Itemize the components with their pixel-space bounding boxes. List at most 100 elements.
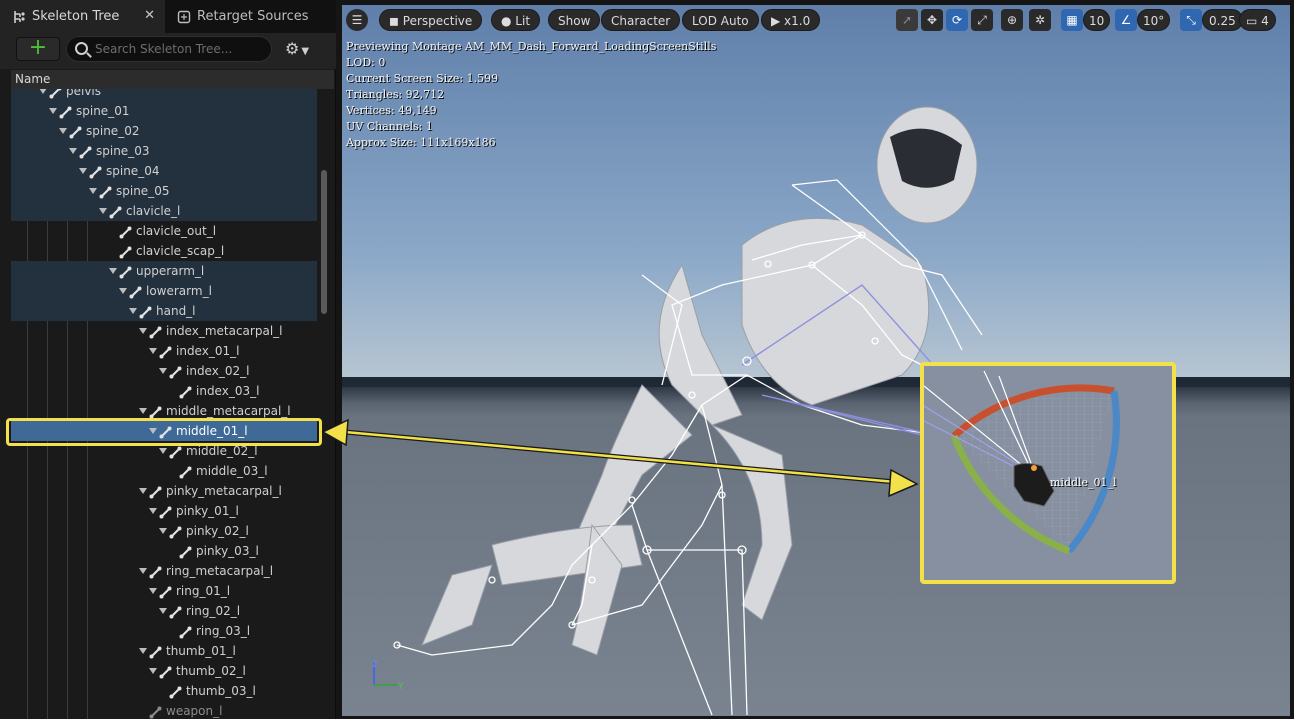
scale-snap-value[interactable]: 0.25 bbox=[1202, 9, 1243, 31]
expand-arrow-icon[interactable] bbox=[159, 368, 167, 374]
tree-row[interactable]: ring_metacarpal_l bbox=[11, 561, 317, 581]
camera-speed-button[interactable]: ▭ 4 bbox=[1239, 9, 1276, 31]
tree-row[interactable]: clavicle_scap_l bbox=[11, 241, 317, 261]
bone-icon bbox=[159, 665, 172, 679]
expand-arrow-icon[interactable] bbox=[119, 288, 127, 294]
bone-name-label: middle_01_l bbox=[1050, 476, 1117, 489]
tree-row[interactable]: middle_03_l bbox=[11, 461, 317, 481]
expand-arrow-icon[interactable] bbox=[69, 148, 77, 154]
expand-arrow-icon[interactable] bbox=[39, 89, 47, 94]
tree-row[interactable]: spine_04 bbox=[11, 161, 317, 181]
lit-button[interactable]: ● Lit bbox=[491, 9, 541, 31]
search-input[interactable] bbox=[95, 40, 265, 58]
expand-arrow-icon[interactable] bbox=[159, 448, 167, 454]
scale-snap-icon[interactable]: ⤡ bbox=[1180, 9, 1202, 31]
bone-icon bbox=[139, 305, 152, 319]
tree-row[interactable]: spine_05 bbox=[11, 181, 317, 201]
tab-retarget-sources[interactable]: Retarget Sources bbox=[165, 0, 315, 33]
settings-dropdown[interactable]: ⚙ ▼ bbox=[285, 39, 309, 58]
viewport[interactable]: Z Y ☰ ◼ Perspective ● Lit Show Character… bbox=[342, 5, 1290, 716]
translate-icon[interactable]: ✥ bbox=[921, 9, 943, 31]
expand-arrow-icon[interactable] bbox=[89, 188, 97, 194]
expand-arrow-icon[interactable] bbox=[59, 128, 67, 134]
expand-arrow-icon[interactable] bbox=[159, 528, 167, 534]
tree-row[interactable]: upperarm_l bbox=[11, 261, 317, 281]
tab-label: Retarget Sources bbox=[197, 9, 309, 24]
tree-row[interactable]: hand_l bbox=[11, 301, 317, 321]
tree-row[interactable]: index_02_l bbox=[11, 361, 317, 381]
camera-speed-label: 4 bbox=[1261, 14, 1269, 28]
close-icon[interactable]: ✕ bbox=[144, 8, 155, 23]
bone-icon bbox=[169, 525, 182, 539]
bone-label: pinky_01_l bbox=[176, 504, 239, 518]
tab-bar: Skeleton Tree ✕ Retarget Sources bbox=[0, 0, 336, 33]
expand-arrow-icon[interactable] bbox=[139, 568, 147, 574]
expand-arrow-icon[interactable] bbox=[79, 168, 87, 174]
tree-row[interactable]: pinky_02_l bbox=[11, 521, 317, 541]
tree-row[interactable]: index_03_l bbox=[11, 381, 317, 401]
menu-button[interactable]: ☰ bbox=[346, 9, 368, 31]
grid-snap-value[interactable]: 10 bbox=[1083, 9, 1111, 31]
expand-arrow-icon[interactable] bbox=[99, 208, 107, 214]
rotate-icon[interactable]: ⟳ bbox=[946, 9, 968, 31]
tree-row[interactable]: thumb_01_l bbox=[11, 641, 317, 661]
lod-button[interactable]: LOD Auto bbox=[682, 9, 759, 31]
expand-arrow-icon[interactable] bbox=[149, 348, 157, 354]
show-button[interactable]: Show bbox=[548, 9, 601, 31]
tree-row[interactable]: index_metacarpal_l bbox=[11, 321, 317, 341]
grid-snap-icon[interactable]: ▦ bbox=[1061, 9, 1083, 31]
tree-row[interactable]: spine_03 bbox=[11, 141, 317, 161]
tree-row[interactable]: ring_01_l bbox=[11, 581, 317, 601]
expand-arrow-icon[interactable] bbox=[139, 488, 147, 494]
tab-skeleton-tree[interactable]: Skeleton Tree ✕ bbox=[0, 0, 165, 33]
expand-arrow-icon[interactable] bbox=[139, 408, 147, 414]
camera-icon: ▭ bbox=[1246, 14, 1262, 28]
bone-icon bbox=[149, 325, 162, 339]
expand-arrow-icon[interactable] bbox=[49, 108, 57, 114]
tree-row[interactable]: thumb_03_l bbox=[11, 681, 317, 701]
tree-row[interactable]: clavicle_out_l bbox=[11, 221, 317, 241]
character-button[interactable]: Character bbox=[601, 9, 681, 31]
selection-callout bbox=[6, 418, 322, 446]
tree-row[interactable]: pinky_03_l bbox=[11, 541, 317, 561]
expand-arrow-icon[interactable] bbox=[149, 668, 157, 674]
expand-arrow-icon[interactable] bbox=[129, 308, 137, 314]
expand-arrow-icon[interactable] bbox=[139, 648, 147, 654]
tree-row[interactable]: ring_02_l bbox=[11, 601, 317, 621]
surface-snap-icon[interactable]: ✲ bbox=[1029, 9, 1051, 31]
expand-arrow-icon[interactable] bbox=[149, 508, 157, 514]
name-column-header[interactable]: Name bbox=[11, 70, 334, 89]
tree-row[interactable]: lowerarm_l bbox=[11, 281, 317, 301]
tree-row[interactable]: thumb_02_l bbox=[11, 661, 317, 681]
tree-row[interactable]: index_01_l bbox=[11, 341, 317, 361]
coordinate-space-icon[interactable]: ⊕ bbox=[1001, 9, 1023, 31]
bone-label: weapon_l bbox=[166, 704, 223, 718]
add-button[interactable]: + bbox=[16, 37, 60, 61]
angle-snap-value[interactable]: 10° bbox=[1137, 9, 1171, 31]
bone-icon bbox=[179, 385, 192, 399]
angle-snap-icon[interactable]: ∠ bbox=[1115, 9, 1137, 31]
tree-row[interactable]: spine_02 bbox=[11, 121, 317, 141]
stat-line: Triangles: 92,712 bbox=[346, 88, 445, 101]
tree-scrollbar[interactable] bbox=[321, 170, 327, 314]
play-speed-button[interactable]: ▶ x1.0 bbox=[761, 9, 821, 31]
expand-arrow-icon[interactable] bbox=[139, 328, 147, 334]
tree-row[interactable]: pinky_01_l bbox=[11, 501, 317, 521]
expand-arrow-icon[interactable] bbox=[109, 268, 117, 274]
perspective-button[interactable]: ◼ Perspective bbox=[379, 9, 483, 31]
search-box[interactable] bbox=[66, 36, 272, 62]
expand-arrow-icon[interactable] bbox=[159, 608, 167, 614]
scale-icon[interactable]: ⤢ bbox=[971, 9, 993, 31]
chevron-down-icon: ▼ bbox=[301, 46, 310, 57]
tree-row[interactable]: pelvis bbox=[11, 89, 317, 101]
tree-row[interactable]: weapon_l bbox=[11, 701, 317, 719]
tree-row[interactable]: spine_01 bbox=[11, 101, 317, 121]
expand-arrow-icon[interactable] bbox=[149, 588, 157, 594]
stat-line: Previewing Montage AM_MM_Dash_Forward_Lo… bbox=[346, 40, 717, 53]
tree-row[interactable]: clavicle_l bbox=[11, 201, 317, 221]
tree-row[interactable]: ring_03_l bbox=[11, 621, 317, 641]
bone-label: ring_02_l bbox=[186, 604, 241, 618]
tree-row[interactable]: pinky_metacarpal_l bbox=[11, 481, 317, 501]
select-mode-icon[interactable]: ➚ bbox=[896, 9, 918, 31]
bone-label: clavicle_scap_l bbox=[136, 244, 225, 258]
